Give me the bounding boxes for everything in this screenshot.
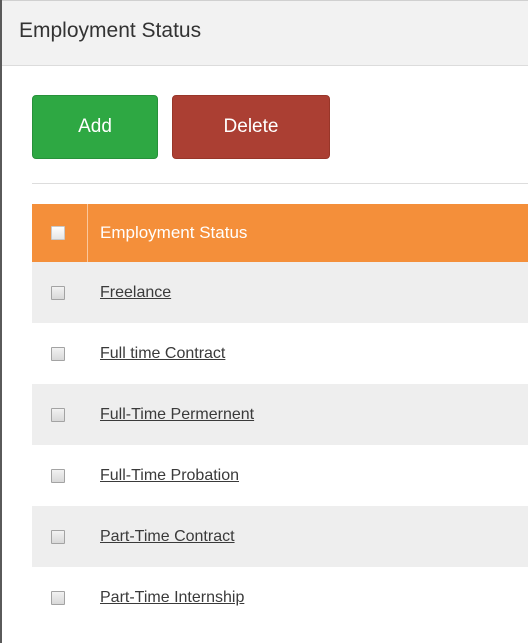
table-row: Part-Time Internship [32,567,528,628]
row-checkbox[interactable] [51,468,65,483]
row-checkbox[interactable] [51,346,65,361]
row-link[interactable]: Full time Contract [88,345,225,363]
row-checkbox[interactable] [51,590,65,605]
delete-button-label: Delete [223,116,279,137]
add-button[interactable]: Add [32,95,158,159]
add-button-label: Add [78,116,112,137]
row-link[interactable]: Full-Time Probation [88,467,239,485]
page-title: Employment Status [19,19,202,42]
row-checkbox[interactable] [51,407,65,422]
delete-button[interactable]: Delete [172,95,330,159]
row-checkbox-cell [32,262,88,323]
table-row: Part-Time Contract [32,506,528,567]
employment-status-table: Employment Status Freelance Full time Co… [32,204,528,628]
table-row: Full-Time Permernent [32,384,528,445]
row-checkbox-cell [32,506,88,567]
row-checkbox-cell [32,445,88,506]
column-header-employment-status[interactable]: Employment Status [88,223,247,243]
row-checkbox-cell [32,384,88,445]
divider [32,183,528,184]
select-all-cell [32,204,88,262]
table-row: Freelance [32,262,528,323]
row-checkbox-cell [32,323,88,384]
table-header-row: Employment Status [32,204,528,262]
row-checkbox-cell [32,567,88,628]
row-link[interactable]: Part-Time Contract [88,528,235,546]
row-link[interactable]: Part-Time Internship [88,589,244,607]
toolbar: Add Delete [2,66,528,184]
row-checkbox[interactable] [51,529,65,544]
row-link[interactable]: Full-Time Permernent [88,406,254,424]
employment-status-panel: Employment Status Add Delete Employment … [0,0,528,643]
row-link[interactable]: Freelance [88,284,171,302]
panel-header: Employment Status [2,0,528,66]
select-all-checkbox[interactable] [50,226,65,240]
table-row: Full-Time Probation [32,445,528,506]
row-checkbox[interactable] [51,285,65,300]
table-row: Full time Contract [32,323,528,384]
